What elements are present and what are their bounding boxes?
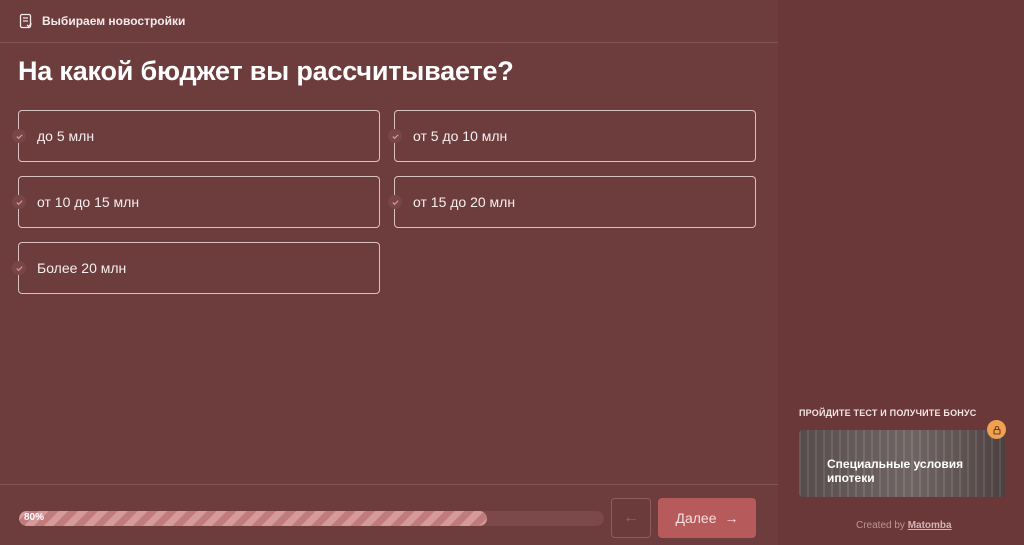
answer-option-label: до 5 млн xyxy=(37,128,95,144)
answer-option-label: от 10 до 15 млн xyxy=(37,194,140,210)
footer-divider xyxy=(0,484,778,485)
progress-percent: 80% xyxy=(24,512,45,523)
answer-option-label: от 5 до 10 млн xyxy=(413,128,508,144)
bonus-card-label: Специальные условия ипотеки xyxy=(827,457,964,485)
answer-option[interactable]: от 15 до 20 млн xyxy=(388,176,756,228)
check-icon xyxy=(388,129,402,143)
progress-bar: 80% xyxy=(19,511,604,526)
arrow-left-icon: ← xyxy=(623,509,639,526)
bonus-card[interactable]: Специальные условия ипотеки xyxy=(799,430,1005,497)
progress-fill xyxy=(19,511,487,526)
next-button-label: Далее xyxy=(675,510,717,526)
answer-option[interactable]: от 5 до 10 млн xyxy=(388,110,756,162)
quiz-title: Выбираем новостройки xyxy=(42,14,186,28)
created-by: Created by Matomba xyxy=(856,520,952,531)
answer-option[interactable]: до 5 млн xyxy=(12,110,380,162)
next-button[interactable]: Далее → xyxy=(658,498,756,538)
lock-icon xyxy=(987,420,1006,439)
arrow-right-icon: → xyxy=(724,510,739,526)
matomba-link[interactable]: Matomba xyxy=(908,520,952,531)
bonus-title: ПРОЙДИТЕ ТЕСТ И ПОЛУЧИТЕ БОНУС xyxy=(799,408,977,418)
check-icon xyxy=(12,261,26,275)
check-icon xyxy=(12,129,26,143)
check-icon xyxy=(388,195,402,209)
question-heading: На какой бюджет вы рассчитываете? xyxy=(18,56,514,86)
document-checklist-icon xyxy=(18,13,34,29)
answer-option[interactable]: Более 20 млн xyxy=(12,242,380,294)
quiz-main-panel: Выбираем новостройки На какой бюджет вы … xyxy=(0,0,778,545)
answer-option-label: от 15 до 20 млн xyxy=(413,194,516,210)
created-by-prefix: Created by xyxy=(856,520,905,531)
answer-option[interactable]: от 10 до 15 млн xyxy=(12,176,380,228)
check-icon xyxy=(12,195,26,209)
back-button[interactable]: ← xyxy=(611,498,651,538)
quiz-header: Выбираем новостройки xyxy=(0,0,778,43)
answer-option-label: Более 20 млн xyxy=(37,260,127,276)
